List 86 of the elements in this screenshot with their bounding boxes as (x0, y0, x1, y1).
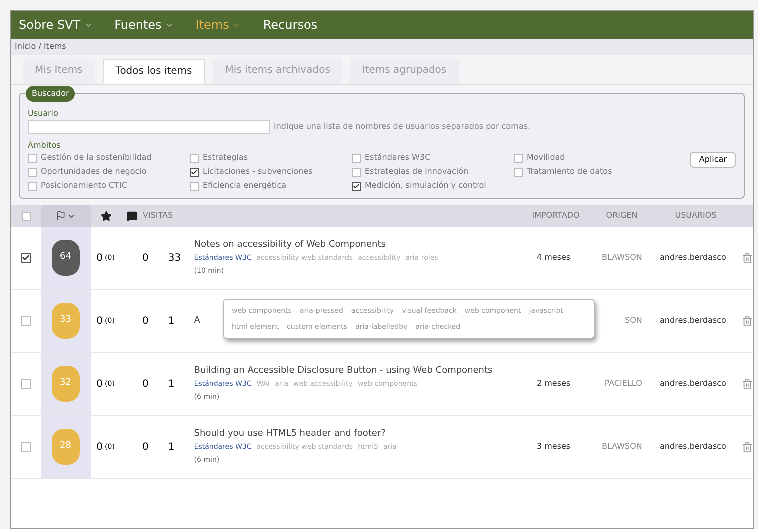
checkbox[interactable] (28, 168, 37, 176)
field-label: Ámbitos (28, 140, 62, 152)
item-title-link[interactable]: Building an Accessible Disclosure Button - using Web Components (194, 366, 519, 376)
rating-value: 0 (96, 252, 104, 266)
user-name: andres.berdasco (659, 252, 728, 264)
trash-icon[interactable] (742, 378, 753, 390)
checkbox-label: Medición, simulación y control (365, 180, 486, 192)
visit-count: 1 (168, 378, 176, 392)
comment-count: 0 (142, 314, 150, 328)
checkbox-label: Gestión de la sostenibilidad (41, 152, 152, 164)
flag-icon[interactable] (56, 211, 66, 221)
checkbox-label: Estrategias (203, 152, 248, 164)
score-badge: 33 (52, 303, 80, 339)
column-header[interactable]: USUARIOS (653, 210, 739, 222)
visit-count: 1 (168, 314, 176, 328)
checkbox-label: Oportunidades de negocio (41, 166, 147, 178)
user-name: andres.berdasco (659, 378, 728, 390)
comment-count: 0 (142, 440, 150, 454)
apply-button[interactable]: Aplicar (690, 152, 736, 168)
rating-value: 0 (96, 314, 104, 328)
column-header[interactable]: VISITAS (143, 210, 521, 222)
rating-value: 0 (96, 440, 104, 454)
checkbox[interactable] (190, 168, 199, 176)
check-icon (22, 254, 30, 262)
panel-legend: Buscador (26, 86, 76, 102)
trash-icon[interactable] (742, 252, 753, 264)
comment-count: 0 (142, 252, 150, 266)
visit-count: 1 (168, 440, 176, 454)
checkbox[interactable] (352, 182, 361, 190)
checkbox[interactable] (20, 379, 31, 389)
origin-text: SON (624, 315, 644, 327)
checkbox[interactable] (190, 154, 199, 162)
imported-time: 4 meses (536, 252, 572, 264)
origin-text: BLAWSON (600, 441, 644, 453)
score-badge: 64 (52, 240, 80, 276)
item-title-link[interactable]: Should you use HTML5 header and footer? (194, 428, 519, 438)
tab[interactable]: Items agrupados (350, 59, 459, 84)
user-name: andres.berdasco (659, 441, 728, 453)
checkbox[interactable] (20, 253, 31, 263)
field-hint: Indique una lista de nombres de usuarios separados por comas. (274, 121, 531, 133)
checkbox[interactable] (514, 168, 523, 176)
tab[interactable]: Mis Items (23, 59, 95, 84)
checkbox[interactable] (190, 182, 199, 190)
origin-text: PACIELLO (604, 378, 644, 390)
item-title-link[interactable]: Notes on accessibility of Web Components (194, 240, 519, 250)
tab[interactable]: Mis items archivados (213, 59, 342, 84)
checkbox-label: Tratamiento de datos (527, 166, 612, 178)
field-label: Usuario (28, 108, 60, 120)
check-icon (353, 182, 360, 190)
score-badge: 32 (52, 366, 80, 402)
nav-menu-item[interactable]: Recursos (263, 16, 318, 34)
checkbox-label: Posicionamiento CTIC (41, 180, 128, 192)
checkbox[interactable] (514, 154, 523, 162)
checkbox[interactable] (28, 182, 37, 190)
checkbox[interactable] (352, 168, 361, 176)
checkbox-label: Licitaciones - subvenciones (203, 166, 313, 178)
score-badge: 28 (52, 429, 80, 465)
origin-text: BLAWSON (600, 252, 644, 264)
imported-time: 3 meses (536, 441, 572, 453)
comment-icon[interactable] (126, 210, 138, 222)
nav-menu-item[interactable]: Items (196, 16, 242, 34)
column-header[interactable]: IMPORTADO (521, 210, 591, 222)
star-icon[interactable] (100, 210, 112, 222)
user-name: andres.berdasco (659, 315, 728, 327)
checkbox[interactable] (352, 154, 361, 162)
user-input-field[interactable] (28, 120, 270, 134)
checkbox[interactable] (28, 154, 37, 162)
checkbox[interactable] (22, 212, 30, 220)
checkbox-label: Estándares W3C (365, 152, 431, 164)
comment-count: 0 (142, 378, 150, 392)
nav-menu-item[interactable]: Fuentes (114, 16, 174, 34)
trash-icon[interactable] (742, 442, 753, 452)
visit-count: 33 (168, 252, 182, 266)
checkbox[interactable] (20, 316, 31, 326)
column-header[interactable]: ORIGEN (591, 210, 653, 222)
nav-menu-item[interactable]: Sobre SVT (19, 16, 93, 34)
rating-value: 0 (96, 378, 104, 392)
checkbox-label: Estrategias de innovación (365, 166, 469, 178)
trash-icon[interactable] (742, 316, 753, 326)
breadcrumb[interactable]: Inicio / Items (11, 39, 753, 55)
tab[interactable]: Todos los items (102, 59, 206, 84)
imported-time: 2 meses (536, 378, 572, 390)
checkbox[interactable] (20, 442, 31, 452)
checkbox-label: Movilidad (527, 152, 566, 164)
check-icon (191, 168, 198, 176)
checkbox-label: Eficiencia energética (203, 180, 286, 192)
